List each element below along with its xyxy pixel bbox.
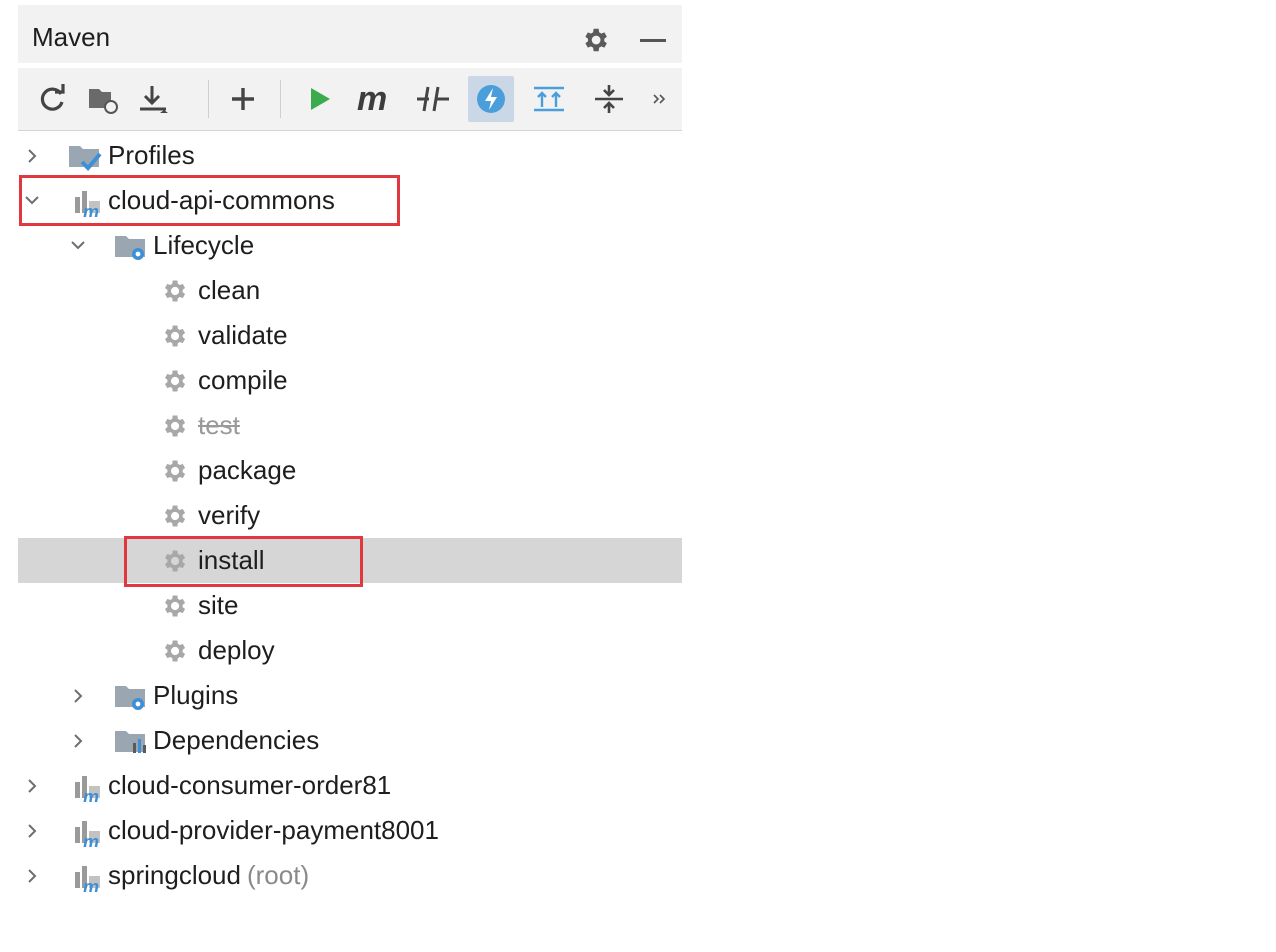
goal-gear-icon	[160, 547, 190, 575]
chevron-right-icon[interactable]	[22, 853, 42, 898]
goal-label: verify	[198, 500, 261, 530]
generate-sources-icon[interactable]	[80, 76, 126, 122]
chevron-down-icon[interactable]	[68, 223, 88, 268]
goal-gear-icon	[160, 637, 190, 665]
chevron-right-icon[interactable]	[22, 133, 42, 178]
chevron-right-icon[interactable]	[22, 808, 42, 853]
svg-text:m: m	[83, 832, 99, 847]
tree-node-label-root: springcloud (root)	[108, 853, 309, 898]
skip-tests-icon[interactable]	[468, 76, 514, 122]
collapse-all-icon[interactable]	[586, 76, 632, 122]
settings-gear-icon[interactable]	[580, 25, 610, 55]
maven-module-icon: m	[72, 817, 102, 852]
show-dependencies-icon[interactable]	[526, 76, 572, 122]
tree-node-label: Lifecycle	[153, 230, 255, 260]
lifecycle-goal-clean[interactable]: clean	[18, 268, 682, 313]
tree-node-label: cloud-consumer-order81	[108, 770, 392, 800]
plugins-folder-icon	[114, 682, 145, 710]
lifecycle-goal-deploy[interactable]: deploy	[18, 628, 682, 673]
tree-node-project[interactable]: m cloud-consumer-order81	[18, 763, 682, 808]
goal-gear-icon	[160, 322, 190, 350]
tree-node-project[interactable]: m cloud-api-commons	[18, 178, 682, 223]
chevron-down-icon[interactable]	[22, 178, 42, 223]
lifecycle-goal-site[interactable]: site	[18, 583, 682, 628]
goal-gear-icon	[160, 592, 190, 620]
minimize-icon[interactable]	[640, 39, 666, 42]
goal-label: install	[198, 545, 265, 575]
run-icon[interactable]	[296, 76, 342, 122]
goal-label: deploy	[198, 635, 275, 665]
goal-label: test	[198, 410, 240, 440]
maven-module-icon: m	[72, 772, 102, 807]
lifecycle-goal-verify[interactable]: verify	[18, 493, 682, 538]
tree-node-label: cloud-provider-payment8001	[108, 815, 439, 845]
tree-node-plugins[interactable]: Plugins	[18, 673, 682, 718]
goal-gear-icon	[160, 367, 190, 395]
maven-module-icon: m	[72, 862, 102, 897]
more-icon[interactable]	[642, 76, 678, 122]
goal-gear-icon	[160, 412, 190, 440]
svg-text:m: m	[357, 82, 387, 116]
tree-node-label: cloud-api-commons	[108, 185, 335, 215]
lifecycle-goal-validate[interactable]: validate	[18, 313, 682, 358]
tree-node-profiles[interactable]: Profiles	[18, 133, 682, 178]
goal-label: package	[198, 455, 297, 485]
lifecycle-goal-install[interactable]: install	[18, 538, 682, 583]
svg-text:m: m	[83, 877, 99, 892]
lifecycle-goal-test-skipped[interactable]: test	[18, 403, 682, 448]
add-icon[interactable]	[220, 76, 266, 122]
lifecycle-goal-compile[interactable]: compile	[18, 358, 682, 403]
chevron-right-icon[interactable]	[68, 718, 88, 763]
reload-icon[interactable]	[30, 76, 76, 122]
goal-label: compile	[198, 365, 288, 395]
maven-tool-window: Maven m Profiles m cloud-api-commons Lif…	[18, 0, 682, 952]
tree-node-label: Dependencies	[153, 725, 320, 755]
goal-gear-icon	[160, 277, 190, 305]
tree-node-label: Plugins	[153, 680, 239, 710]
goal-label: validate	[198, 320, 288, 350]
profiles-folder-icon	[68, 142, 102, 171]
dependencies-folder-icon	[114, 727, 146, 755]
download-icon[interactable]	[130, 76, 176, 122]
lifecycle-goal-package[interactable]: package	[18, 448, 682, 493]
tool-window-header: Maven	[18, 5, 682, 63]
toggle-offline-icon[interactable]	[410, 76, 456, 122]
goal-gear-icon	[160, 457, 190, 485]
chevron-right-icon[interactable]	[68, 673, 88, 718]
tree-node-project[interactable]: m springcloud (root)	[18, 853, 682, 898]
execute-goal-icon[interactable]: m	[352, 76, 398, 122]
root-suffix: (root)	[246, 860, 310, 890]
tree-node-dependencies[interactable]: Dependencies	[18, 718, 682, 763]
goal-label: clean	[198, 275, 261, 305]
chevron-right-icon[interactable]	[22, 763, 42, 808]
lifecycle-folder-icon	[114, 232, 145, 260]
svg-text:m: m	[83, 787, 99, 802]
maven-toolbar: m	[18, 68, 682, 131]
tree-node-label: Profiles	[108, 140, 195, 170]
svg-text:m: m	[83, 202, 99, 217]
project-name: springcloud	[108, 860, 241, 890]
goal-label: site	[198, 590, 239, 620]
tree-node-project[interactable]: m cloud-provider-payment8001	[18, 808, 682, 853]
goal-gear-icon	[160, 502, 190, 530]
tool-window-title: Maven	[32, 22, 111, 52]
maven-module-icon: m	[72, 187, 102, 222]
tree-node-lifecycle[interactable]: Lifecycle	[18, 223, 682, 268]
